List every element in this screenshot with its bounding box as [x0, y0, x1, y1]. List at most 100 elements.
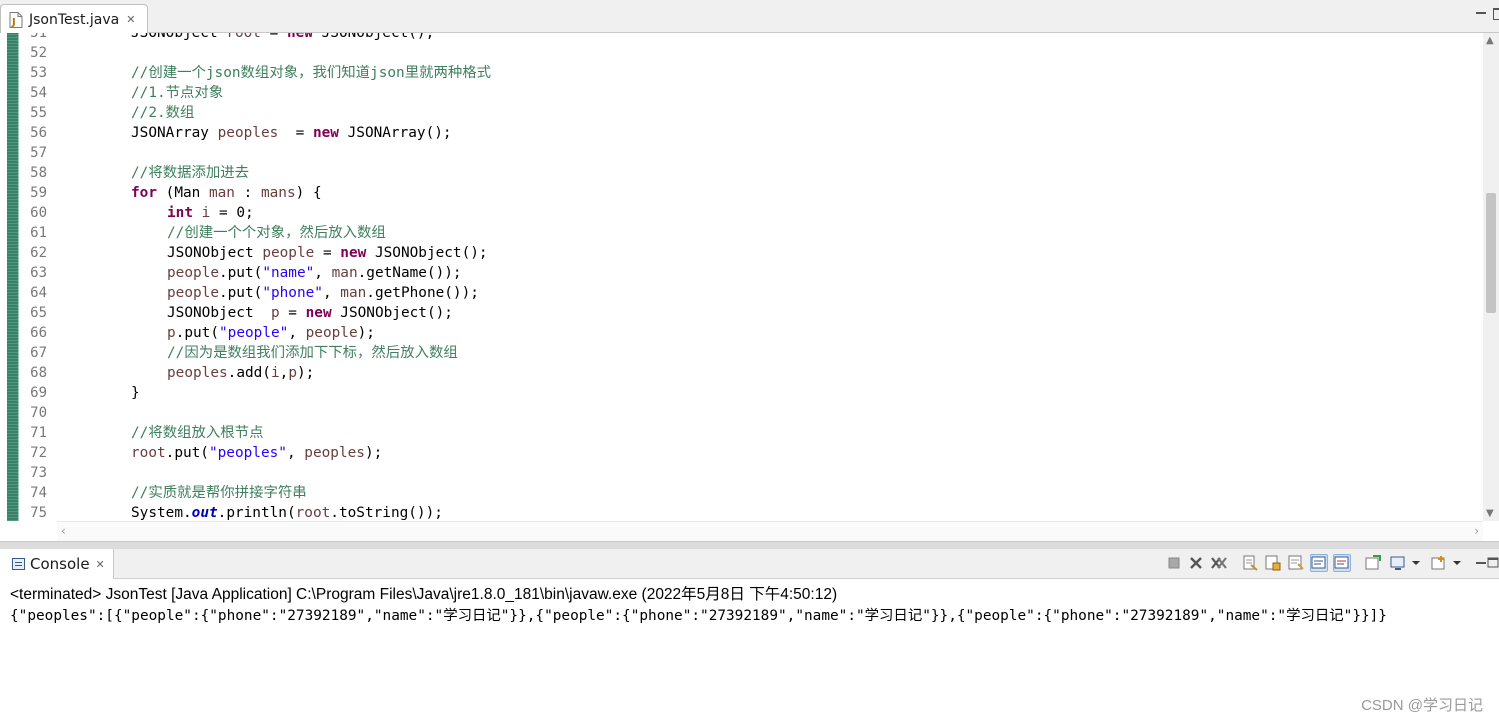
scroll-right-icon[interactable]: ›: [1474, 524, 1479, 538]
line-number: 68: [30, 365, 47, 381]
code-line[interactable]: 55 //2.数组: [0, 103, 1480, 123]
open-console-icon[interactable]: [1430, 554, 1448, 572]
line-number: 52: [30, 45, 47, 61]
vertical-scroll-thumb[interactable]: [1486, 193, 1496, 313]
code-token: .println(: [217, 505, 296, 521]
console-status-line: <terminated> JsonTest [Java Application]…: [10, 586, 838, 603]
code-line[interactable]: 60 int i = 0;: [0, 203, 1480, 223]
code-line[interactable]: 56 JSONArray peoples = new JSONArray();: [0, 123, 1480, 143]
code-text: people.put("name", man.getName());: [167, 263, 462, 283]
code-text: //因为是数组我们添加下下标，然后放入数组: [167, 343, 458, 363]
horizontal-scrollbar[interactable]: ‹ ›: [57, 521, 1483, 541]
line-number: 75: [30, 505, 47, 521]
show-on-stderr-icon[interactable]: [1333, 554, 1351, 572]
code-text: people.put("phone", man.getPhone());: [167, 283, 479, 303]
code-token: .add(: [227, 365, 271, 381]
close-icon[interactable]: ✕: [96, 558, 105, 571]
code-line[interactable]: 66 p.put("people", people);: [0, 323, 1480, 343]
code-line[interactable]: 63 people.put("name", man.getName());: [0, 263, 1480, 283]
string-token: "name": [262, 265, 315, 281]
code-token: ,: [286, 445, 305, 461]
code-line[interactable]: 51 JSONObject root = new JSONObject();: [0, 33, 1480, 43]
display-selected-console-icon[interactable]: [1389, 554, 1407, 572]
code-line[interactable]: 72 root.put("peoples", peoples);: [0, 443, 1480, 463]
code-token: =: [279, 305, 306, 321]
code-text: int i = 0;: [167, 203, 254, 223]
word-wrap-icon[interactable]: [1287, 554, 1305, 572]
code-line[interactable]: 58 //将数据添加进去: [0, 163, 1480, 183]
code-token: = 0;: [210, 205, 254, 221]
terminate-icon[interactable]: [1165, 554, 1183, 572]
code-token: JSONObject: [167, 245, 263, 261]
code-line[interactable]: 59 for (Man man : mans) {: [0, 183, 1480, 203]
line-number: 74: [30, 485, 47, 501]
code-text: //将数组放入根节点: [131, 423, 263, 443]
variable-token: root: [131, 445, 166, 461]
code-text: p.put("people", people);: [167, 323, 375, 343]
line-number: 60: [30, 205, 47, 221]
code-token: JSONObject();: [312, 33, 435, 41]
code-token: =: [260, 33, 287, 41]
chevron-down-icon[interactable]: [1448, 554, 1466, 572]
code-text: //实质就是帮你拼接字符串: [131, 483, 307, 503]
code-line[interactable]: 61 //创建一个个对象，然后放入数组: [0, 223, 1480, 243]
code-line[interactable]: 53 //创建一个json数组对象，我们知道json里就两种格式: [0, 63, 1480, 83]
code-line[interactable]: 62 JSONObject people = new JSONObject();: [0, 243, 1480, 263]
variable-token: man: [331, 265, 358, 281]
code-token: =: [278, 125, 313, 141]
code-text: //创建一个json数组对象，我们知道json里就两种格式: [131, 63, 491, 83]
tab-jsontest-java[interactable]: J JsonTest.java ✕: [0, 4, 148, 34]
console-tab-bar: Console ✕: [0, 549, 1499, 579]
clear-console-icon[interactable]: [1241, 554, 1259, 572]
scroll-lock-icon[interactable]: [1264, 554, 1282, 572]
code-line[interactable]: 52: [0, 43, 1480, 63]
close-icon[interactable]: ✕: [126, 13, 135, 26]
comment-token: //因为是数组我们添加下下标，然后放入数组: [167, 345, 458, 361]
code-text: root.put("peoples", peoples);: [131, 443, 382, 463]
comment-token: //2.数组: [131, 105, 195, 121]
line-number: 67: [30, 345, 47, 361]
code-token: JSONObject();: [366, 245, 488, 261]
code-line[interactable]: 68 peoples.add(i,p);: [0, 363, 1480, 383]
tab-label: JsonTest.java: [29, 11, 120, 28]
scroll-left-icon[interactable]: ‹: [61, 524, 66, 538]
remove-launch-icon[interactable]: [1187, 554, 1205, 572]
code-token: :: [234, 185, 261, 201]
code-line[interactable]: 57: [0, 143, 1480, 163]
code-line[interactable]: 69}: [0, 383, 1480, 403]
code-line[interactable]: 54 //1.节点对象: [0, 83, 1480, 103]
code-line[interactable]: 74 //实质就是帮你拼接字符串: [0, 483, 1480, 503]
scroll-up-icon[interactable]: ▲: [1486, 35, 1494, 46]
variable-token: man: [340, 285, 367, 301]
string-token: "peoples": [208, 445, 287, 461]
code-line[interactable]: 70: [0, 403, 1480, 423]
tab-console[interactable]: Console ✕: [0, 549, 114, 579]
variable-token: mans: [260, 185, 296, 201]
view-splitter[interactable]: [0, 541, 1499, 549]
pin-console-icon[interactable]: [1364, 554, 1382, 572]
show-on-stdout-icon[interactable]: [1310, 554, 1328, 572]
code-line[interactable]: 67 //因为是数组我们添加下下标，然后放入数组: [0, 343, 1480, 363]
code-token: =: [314, 245, 341, 261]
code-line[interactable]: 75 System.out.println(root.toString());: [0, 503, 1480, 521]
code-token: .put(: [218, 265, 263, 281]
code-line[interactable]: 65 JSONObject p = new JSONObject();: [0, 303, 1480, 323]
remove-all-terminated-icon[interactable]: [1210, 554, 1228, 572]
chevron-down-icon[interactable]: [1407, 554, 1425, 572]
code-text: peoples.add(i,p);: [167, 363, 314, 383]
string-token: "people": [219, 325, 289, 341]
code-line[interactable]: 64 people.put("phone", man.getPhone());: [0, 283, 1480, 303]
editor-corner: [0, 521, 57, 541]
scroll-down-icon[interactable]: ▼: [1486, 508, 1494, 519]
code-editor[interactable]: 51 JSONObject root = new JSONObject(); 52 5…: [0, 33, 1499, 521]
code-line[interactable]: 71 //将数组放入根节点: [0, 423, 1480, 443]
variable-token: p: [167, 325, 176, 341]
comment-token: //创建一个个对象，然后放入数组: [167, 225, 386, 241]
maximize-icon[interactable]: [1487, 554, 1499, 572]
minimize-icon[interactable]: [1475, 7, 1487, 19]
code-text: JSONObject root = new JSONObject();: [131, 33, 434, 43]
code-line[interactable]: 73: [0, 463, 1480, 483]
console-output-area[interactable]: <terminated> JsonTest [Java Application]…: [0, 579, 1499, 725]
vertical-scrollbar[interactable]: ▲ ▼: [1483, 33, 1499, 521]
maximize-icon[interactable]: [1493, 7, 1499, 20]
